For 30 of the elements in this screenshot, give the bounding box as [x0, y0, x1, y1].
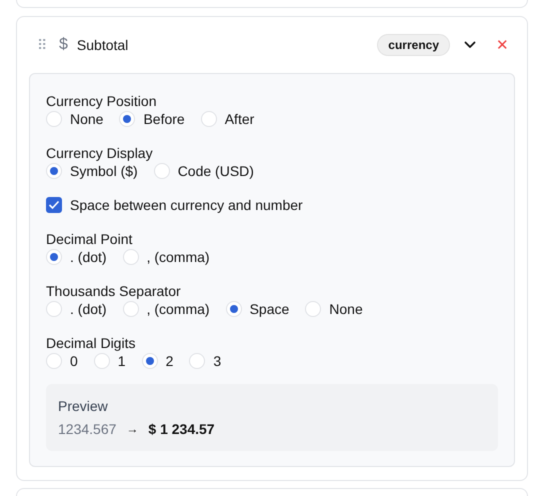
close-button[interactable]: ✕	[494, 34, 515, 56]
radio-option[interactable]: Code (USD)	[154, 162, 254, 180]
preview-output: $ 1 234.57	[148, 421, 215, 437]
radio-option[interactable]: 3	[189, 352, 222, 370]
radio-option[interactable]: Before	[119, 110, 185, 128]
radio-option[interactable]: Space	[226, 300, 290, 318]
setting-label: Decimal Digits	[46, 334, 136, 352]
input-number-text: 1234.567	[58, 421, 116, 437]
radio-option[interactable]: , (comma)	[122, 300, 210, 318]
radio-option[interactable]: After	[200, 110, 254, 128]
checkbox-option[interactable]: Space between currency and number	[46, 196, 498, 214]
radio-option[interactable]: . (dot)	[46, 300, 107, 318]
radio-option[interactable]: None	[46, 110, 104, 128]
check-icon	[48, 200, 60, 210]
preview-label: Preview	[58, 398, 109, 414]
radio-option[interactable]: 1	[94, 352, 126, 370]
setting-label: Decimal Point	[46, 230, 134, 248]
setting-label: Currency Display	[46, 144, 154, 162]
radio-option[interactable]: 2	[142, 352, 174, 370]
arrow-icon: →	[126, 422, 138, 436]
radio-option[interactable]: None	[305, 300, 363, 318]
radio-option[interactable]: 0	[46, 352, 78, 370]
radio-option[interactable]: , (comma)	[122, 248, 210, 266]
type-badge: currency	[377, 34, 450, 56]
setting-label: Currency Position	[46, 92, 158, 110]
radio-option[interactable]: Symbol ($)	[46, 162, 138, 180]
dollar-icon: $	[59, 36, 68, 54]
field-title: Subtotal	[76, 37, 128, 53]
setting-label: Thousands Separator	[46, 282, 182, 300]
radio-option[interactable]: . (dot)	[46, 248, 107, 266]
